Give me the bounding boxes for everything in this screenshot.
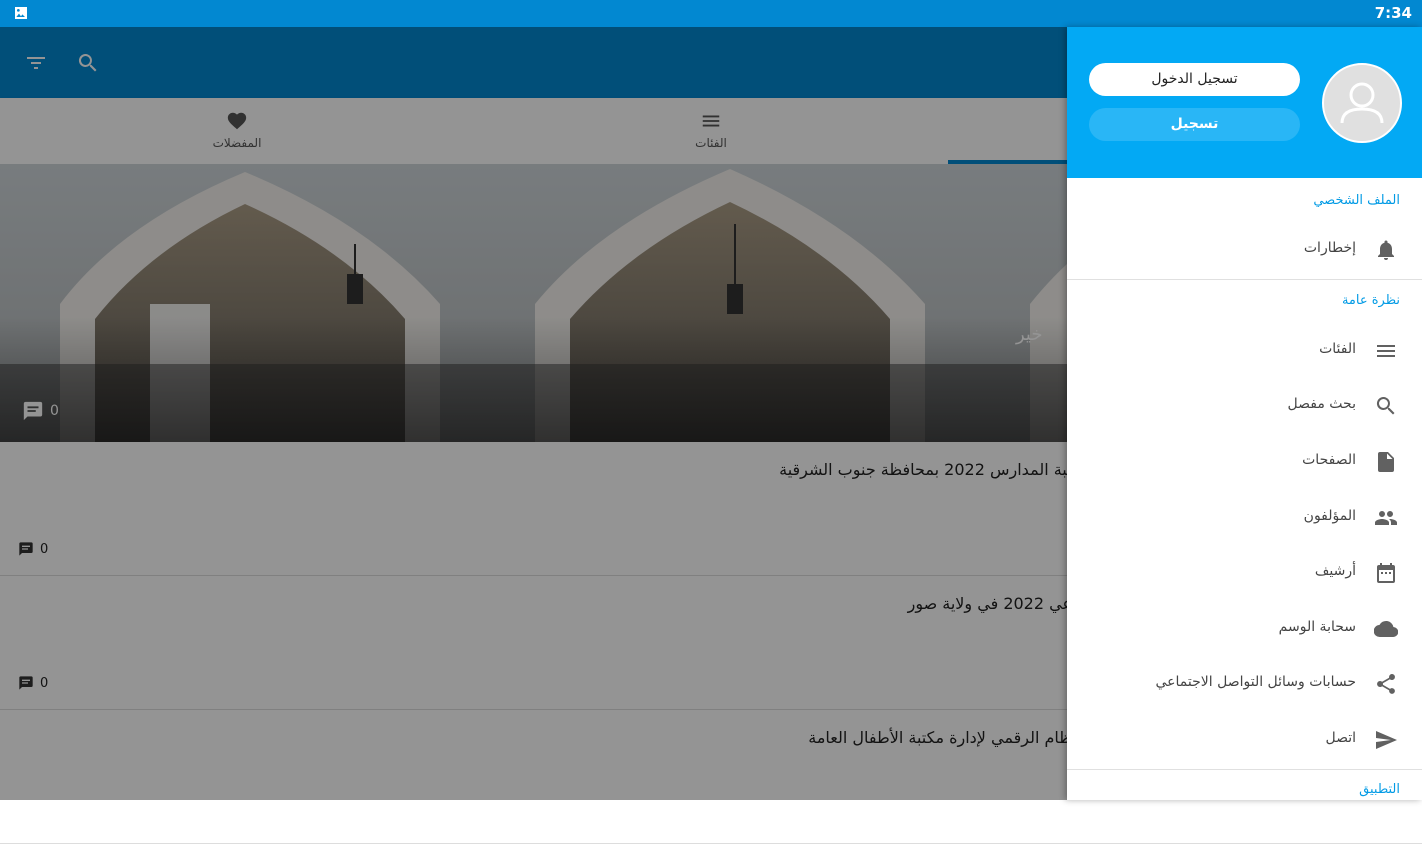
drawer-item-categories[interactable]: الفئات <box>1067 327 1422 375</box>
share-icon <box>1377 674 1395 694</box>
drawer-item-label: المؤلفون <box>1303 508 1356 524</box>
drawer-item-label: الصفحات <box>1302 452 1356 468</box>
image-notification-icon <box>15 7 27 19</box>
drawer-item-contact[interactable]: اتصل <box>1067 716 1422 764</box>
drawer-header: تسجيل الدخول تسجيل <box>1067 27 1422 178</box>
drawer-item-social-accounts[interactable]: حسابات وسائل التواصل الاجتماعي <box>1067 660 1422 708</box>
section-overview: نظرة عامة <box>1341 293 1400 308</box>
people-icon <box>1375 511 1397 525</box>
status-time: 7:34 <box>1374 4 1412 22</box>
section-profile: الملف الشخصي <box>1313 193 1400 208</box>
drawer-item-tag-cloud[interactable]: سحابة الوسم <box>1067 605 1422 653</box>
status-bar: 7:34 <box>0 0 1422 27</box>
drawer-item-authors[interactable]: المؤلفون <box>1067 494 1422 542</box>
user-icon <box>1340 82 1384 124</box>
drawer-item-label: بحث مفصل <box>1287 396 1356 412</box>
document-icon <box>1378 452 1394 472</box>
navigation-drawer: تسجيل الدخول تسجيل الملف الشخصي إخطارات … <box>1067 27 1422 800</box>
drawer-item-advanced-search[interactable]: بحث مفصل <box>1067 382 1422 430</box>
drawer-item-label: حسابات وسائل التواصل الاجتماعي <box>1155 674 1356 690</box>
drawer-item-archive[interactable]: أرشيف <box>1067 549 1422 597</box>
drawer-item-label: اتصل <box>1325 730 1356 746</box>
drawer-item-label: إخطارات <box>1303 240 1356 256</box>
section-app: التطبيق <box>1359 782 1400 797</box>
divider <box>1067 769 1422 770</box>
drawer-item-label: أرشيف <box>1314 563 1356 579</box>
cloud-icon <box>1374 620 1398 638</box>
divider <box>1067 279 1422 280</box>
menu-icon <box>1377 345 1395 357</box>
drawer-item-pages[interactable]: الصفحات <box>1067 438 1422 486</box>
login-button[interactable]: تسجيل الدخول <box>1089 63 1300 96</box>
register-button[interactable]: تسجيل <box>1089 108 1300 141</box>
drawer-item-label: الفئات <box>1319 341 1356 357</box>
bell-icon <box>1378 240 1394 260</box>
search-icon <box>1376 397 1395 415</box>
drawer-item-notifications[interactable]: إخطارات <box>1067 226 1422 274</box>
send-icon <box>1376 731 1397 749</box>
drawer-item-label: سحابة الوسم <box>1278 619 1356 635</box>
avatar[interactable] <box>1322 63 1402 143</box>
calendar-icon <box>1377 563 1395 583</box>
